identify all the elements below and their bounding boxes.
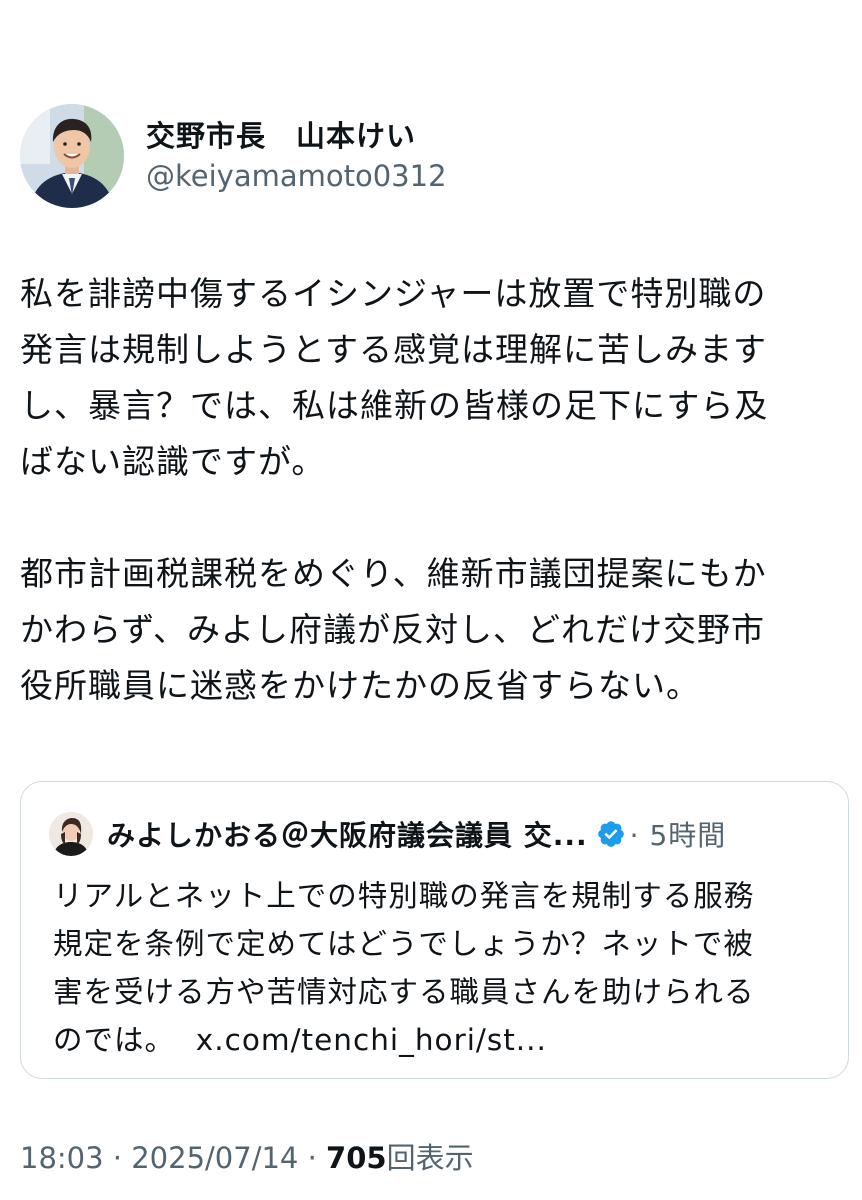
quoted-tweet-line: のでは。 x.com/tenchi_hori/st... [53, 1016, 843, 1064]
quoted-tweet-time[interactable]: · 5時間 [630, 814, 727, 854]
views-count: 705 [326, 1141, 387, 1175]
profile-photo-icon [49, 812, 93, 856]
author-display-name[interactable]: 交野市長 山本けい [146, 117, 447, 155]
views-label: 回表示 [386, 1141, 474, 1175]
tweet-page: 交野市長 山本けい @keiyamamoto0312 私を誹謗中傷するイシンジャ… [0, 0, 862, 1200]
meta-separator: · [298, 1141, 327, 1175]
profile-photo-icon [20, 104, 124, 208]
tweet-author[interactable]: 交野市長 山本けい @keiyamamoto0312 [20, 104, 447, 208]
quoted-tweet-card[interactable]: みよしかおる＠大阪府議会議員 交... · 5時間 リアルとネット上での特別職の… [20, 781, 849, 1079]
tweet-meta: 18:03 · 2025/07/14 · 705回表示 [20, 1138, 474, 1178]
author-avatar[interactable] [20, 104, 124, 208]
tweet-line: し、暴言？では、私は維新の皆様の足下にすら及 [20, 386, 769, 425]
tweet-line: 私を誹謗中傷するイシンジャーは放置で特別職の [20, 274, 767, 313]
quoted-tweet-line: 規定を条例で定めてはどうでしょうか？ネットで被 [53, 927, 754, 961]
verified-badge-icon [597, 821, 624, 847]
tweet-paragraph: 私を誹謗中傷するイシンジャーは放置で特別職の 発言は規制しようとする感覚は理解に… [20, 266, 850, 490]
tweet-line: 役所職員に迷惑をかけたかの反省すらない。 [20, 666, 700, 705]
quoted-tweet-last-text: のでは。 [53, 1023, 176, 1057]
quoted-tweet-link[interactable]: x.com/tenchi_hori/st... [196, 1023, 547, 1057]
tweet-date[interactable]: 2025/07/14 [131, 1141, 298, 1175]
quoted-tweet-text: リアルとネット上での特別職の発言を規制する服務 規定を条例で定めてはどうでしょう… [53, 872, 843, 1064]
tweet-text: 私を誹謗中傷するイシンジャーは放置で特別職の 発言は規制しようとする感覚は理解に… [20, 266, 850, 714]
tweet-line: 発言は規制しようとする感覚は理解に苦しみます [20, 330, 768, 369]
author-handle[interactable]: @keiyamamoto0312 [146, 157, 447, 195]
quoted-tweet-header: みよしかおる＠大阪府議会議員 交... · 5時間 [49, 812, 726, 856]
quoted-author-name[interactable]: みよしかおる＠大阪府議会議員 交... [107, 814, 588, 854]
meta-separator: · [103, 1141, 132, 1175]
tweet-line: かわらず、みよし府議が反対し、どれだけ交野市 [20, 610, 766, 649]
quoted-tweet-line: 害を受ける方や苦情対応する職員さんを助けられる [53, 975, 755, 1009]
quoted-tweet-line: リアルとネット上での特別職の発言を規制する服務 [53, 879, 755, 913]
quoted-author-avatar[interactable] [49, 812, 93, 856]
tweet-line: ばない認識ですが。 [20, 442, 326, 481]
tweet-time[interactable]: 18:03 [20, 1141, 104, 1175]
tweet-paragraph: 都市計画税課税をめぐり、維新市議団提案にもか かわらず、みよし府議が反対し、どれ… [20, 546, 850, 714]
tweet-line: 都市計画税課税をめぐり、維新市議団提案にもか [20, 554, 767, 593]
